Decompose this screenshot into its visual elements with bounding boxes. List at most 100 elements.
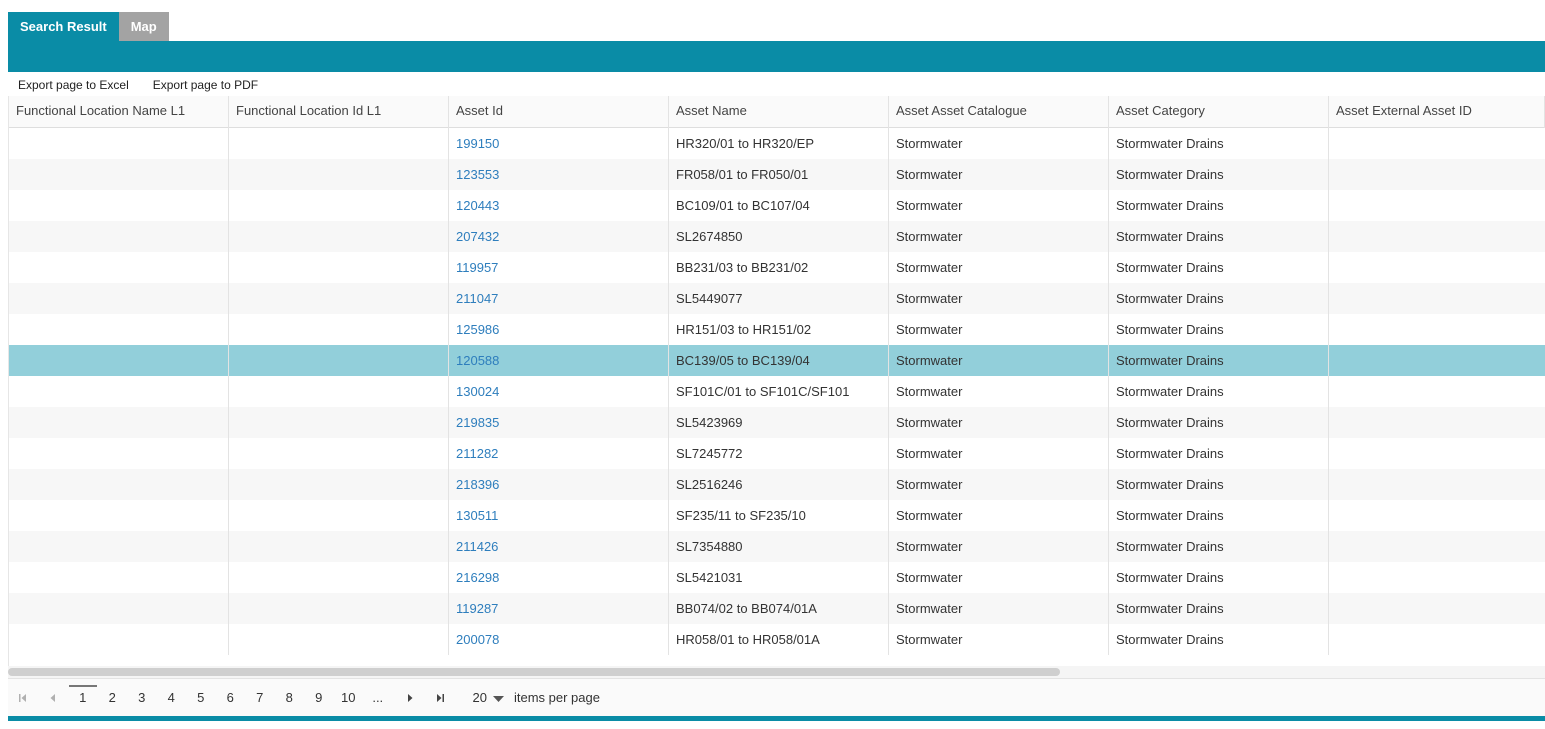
cell-functional-location-id <box>229 283 449 314</box>
cell-functional-location-name <box>9 314 229 345</box>
cell-external-asset-id <box>1329 345 1545 376</box>
asset-id-link[interactable]: 218396 <box>456 477 499 492</box>
grid-toolbar: Export page to Excel Export page to PDF <box>8 72 269 96</box>
table-row[interactable]: 211282 SL7245772 Stormwater Stormwater Drai… <box>9 438 1545 469</box>
cell-asset-catalogue: Stormwater <box>889 593 1109 624</box>
cell-functional-location-name <box>9 500 229 531</box>
more-pages-button[interactable]: ... <box>363 683 393 713</box>
table-row[interactable]: 130511 SF235/11 to SF235/10 Stormwater Stor… <box>9 500 1545 531</box>
asset-id-link[interactable]: 216298 <box>456 570 499 585</box>
cell-asset-name: SL5423969 <box>669 407 889 438</box>
table-row[interactable]: 211047 SL5449077 Stormwater Stormwater Drai… <box>9 283 1545 314</box>
tab-search-result[interactable]: Search Result <box>8 12 119 41</box>
asset-id-link[interactable]: 207432 <box>456 229 499 244</box>
asset-id-link[interactable]: 130511 <box>456 508 498 523</box>
table-row[interactable]: 207432 SL2674850 Stormwater Stormwater Drai… <box>9 221 1545 252</box>
column-header-external-asset-id[interactable]: Asset External Asset ID <box>1329 96 1545 128</box>
page-number-button[interactable]: 5 <box>186 683 216 713</box>
asset-id-link[interactable]: 123553 <box>456 167 499 182</box>
table-row[interactable]: 119287 BB074/02 to BB074/01A Stormwater Sto… <box>9 593 1545 624</box>
page-number-button[interactable]: 9 <box>304 683 334 713</box>
asset-id-link[interactable]: 199150 <box>456 136 499 151</box>
cell-asset-category: Stormwater Drains <box>1109 562 1329 593</box>
cell-external-asset-id <box>1329 562 1545 593</box>
cell-external-asset-id <box>1329 159 1545 190</box>
asset-id-link[interactable]: 200078 <box>456 632 499 647</box>
cell-asset-catalogue: Stormwater <box>889 469 1109 500</box>
cell-asset-catalogue: Stormwater <box>889 376 1109 407</box>
cell-asset-category: Stormwater Drains <box>1109 407 1329 438</box>
table-row[interactable]: 216298 SL5421031 Stormwater Stormwater Drai… <box>9 562 1545 593</box>
asset-id-link[interactable]: 219835 <box>456 415 499 430</box>
asset-id-link[interactable]: 120588 <box>456 353 499 368</box>
cell-asset-id: 119957 <box>449 252 669 283</box>
prev-page-button[interactable] <box>38 683 68 713</box>
page-number-button[interactable]: 2 <box>98 683 128 713</box>
asset-id-link[interactable]: 119287 <box>456 601 498 616</box>
table-row[interactable]: 199150 HR320/01 to HR320/EP Stormwater Stor… <box>9 128 1545 159</box>
page-number-button[interactable]: 10 <box>334 683 364 713</box>
page-number-button[interactable]: 6 <box>216 683 246 713</box>
cell-functional-location-name <box>9 221 229 252</box>
column-header-asset-catalogue[interactable]: Asset Asset Catalogue <box>889 96 1109 128</box>
table-row[interactable]: 120588 BC139/05 to BC139/04 Stormwater Stor… <box>9 345 1545 376</box>
next-page-button[interactable] <box>395 683 425 713</box>
cell-external-asset-id <box>1329 469 1545 500</box>
cell-asset-id: 130024 <box>449 376 669 407</box>
export-excel-button[interactable]: Export page to Excel <box>8 73 139 95</box>
asset-id-link[interactable]: 130024 <box>456 384 499 399</box>
cell-asset-name: BB074/02 to BB074/01A <box>669 593 889 624</box>
table-row[interactable]: 120443 BC109/01 to BC107/04 Stormwater Stor… <box>9 190 1545 221</box>
cell-asset-id: 216298 <box>449 562 669 593</box>
export-pdf-button[interactable]: Export page to PDF <box>142 73 269 95</box>
table-row[interactable]: 123553 FR058/01 to FR050/01 Stormwater Stor… <box>9 159 1545 190</box>
cell-asset-id: 199150 <box>449 128 669 159</box>
cell-functional-location-id <box>229 128 449 159</box>
cell-asset-name: BC109/01 to BC107/04 <box>669 190 889 221</box>
horizontal-scrollbar[interactable] <box>8 666 1545 678</box>
asset-id-link[interactable]: 211426 <box>456 539 498 554</box>
grid-footer-bar <box>8 716 1545 721</box>
table-row[interactable]: 125986 HR151/03 to HR151/02 Stormwater Stor… <box>9 314 1545 345</box>
page-number-button[interactable]: 1 <box>68 683 98 713</box>
page-number-button[interactable]: 7 <box>245 683 275 713</box>
cell-asset-catalogue: Stormwater <box>889 500 1109 531</box>
cell-asset-id: 120443 <box>449 190 669 221</box>
cell-functional-location-name <box>9 190 229 221</box>
page-number-button[interactable]: 3 <box>127 683 157 713</box>
table-row[interactable]: 211426 SL7354880 Stormwater Stormwater Drai… <box>9 531 1545 562</box>
cell-functional-location-name <box>9 624 229 655</box>
cell-asset-category: Stormwater Drains <box>1109 159 1329 190</box>
column-header-functional-location-name[interactable]: Functional Location Name L1 <box>9 96 229 128</box>
page-number-button[interactable]: 4 <box>157 683 187 713</box>
column-header-asset-id[interactable]: Asset Id <box>449 96 669 128</box>
cell-asset-id: 207432 <box>449 221 669 252</box>
table-row[interactable]: 200078 HR058/01 to HR058/01A Stormwater Sto… <box>9 624 1545 655</box>
asset-id-link[interactable]: 211282 <box>456 446 498 461</box>
asset-id-link[interactable]: 211047 <box>456 291 498 306</box>
horizontal-scrollbar-thumb[interactable] <box>8 668 1060 676</box>
grid-body: 199150 HR320/01 to HR320/EP Stormwater Stor… <box>9 128 1545 655</box>
last-page-button[interactable] <box>425 683 455 713</box>
cell-asset-catalogue: Stormwater <box>889 128 1109 159</box>
table-row[interactable]: 130024 SF101C/01 to SF101C/SF101 Stormwate… <box>9 376 1545 407</box>
column-header-asset-name[interactable]: Asset Name <box>669 96 889 128</box>
asset-id-link[interactable]: 120443 <box>456 198 499 213</box>
tab-map[interactable]: Map <box>118 12 169 41</box>
next-page-icon <box>407 693 412 702</box>
table-row[interactable]: 218396 SL2516246 Stormwater Stormwater Drai… <box>9 469 1545 500</box>
column-header-asset-category[interactable]: Asset Category <box>1109 96 1329 128</box>
cell-asset-category: Stormwater Drains <box>1109 593 1329 624</box>
page-size-dropdown[interactable]: 20 <box>473 690 504 705</box>
asset-id-link[interactable]: 119957 <box>456 260 498 275</box>
cell-asset-name: SL2674850 <box>669 221 889 252</box>
cell-asset-catalogue: Stormwater <box>889 624 1109 655</box>
first-page-button[interactable] <box>8 683 38 713</box>
asset-id-link[interactable]: 125986 <box>456 322 499 337</box>
page-number-button[interactable]: 8 <box>275 683 305 713</box>
cell-asset-category: Stormwater Drains <box>1109 438 1329 469</box>
table-row[interactable]: 219835 SL5423969 Stormwater Stormwater Drai… <box>9 407 1545 438</box>
cell-asset-name: HR058/01 to HR058/01A <box>669 624 889 655</box>
table-row[interactable]: 119957 BB231/03 to BB231/02 Stormwater Stor… <box>9 252 1545 283</box>
column-header-functional-location-id[interactable]: Functional Location Id L1 <box>229 96 449 128</box>
